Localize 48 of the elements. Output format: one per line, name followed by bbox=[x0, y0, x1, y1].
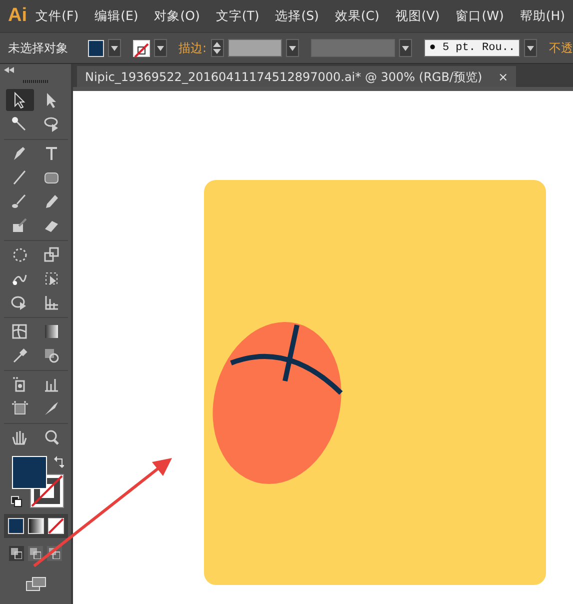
menu-item[interactable]: 对象(O) bbox=[146, 6, 208, 26]
menu-item[interactable]: 文字(T) bbox=[208, 6, 268, 26]
stepper[interactable] bbox=[210, 39, 224, 57]
dropdown-button[interactable] bbox=[524, 39, 538, 57]
menu-item[interactable]: 编辑(E) bbox=[86, 6, 146, 26]
menu-item[interactable]: 文件(F) bbox=[28, 6, 87, 26]
draw-mode-button[interactable] bbox=[28, 546, 43, 561]
artboard-icon bbox=[10, 398, 29, 418]
scale-icon bbox=[42, 244, 61, 264]
dropdown-button[interactable] bbox=[154, 39, 167, 57]
caret-icon bbox=[110, 46, 118, 50]
draw-mode-button[interactable] bbox=[9, 546, 24, 561]
menu-item[interactable]: 窗口(W) bbox=[448, 6, 512, 26]
menu-item[interactable]: 帮助(H) bbox=[512, 6, 573, 26]
menu-item[interactable]: 效果(C) bbox=[326, 6, 388, 26]
menu-item[interactable]: 选择(S) bbox=[267, 6, 327, 26]
opacity-label: 不透 bbox=[549, 40, 573, 57]
screen-mode-icon[interactable] bbox=[26, 577, 46, 591]
profile-field[interactable] bbox=[311, 39, 396, 57]
gradient-button[interactable] bbox=[28, 518, 44, 534]
caret-icon bbox=[527, 46, 534, 50]
app-logo: Ai bbox=[7, 4, 28, 28]
none-button[interactable] bbox=[48, 518, 64, 534]
dropdown-button[interactable] bbox=[286, 39, 300, 57]
color-button[interactable] bbox=[8, 518, 24, 534]
stroke-label: 描边: bbox=[178, 40, 207, 57]
default-colors-icon[interactable] bbox=[10, 496, 22, 507]
caret-icon bbox=[289, 46, 296, 50]
caret-icon bbox=[156, 46, 164, 50]
collapse-icon[interactable] bbox=[4, 67, 14, 73]
stroke-weight-field[interactable] bbox=[228, 39, 282, 57]
selection-status: 未选择对象 bbox=[8, 40, 68, 57]
dropdown-button[interactable] bbox=[399, 39, 412, 57]
swap-icon[interactable] bbox=[54, 456, 64, 468]
tool-button[interactable] bbox=[6, 89, 34, 111]
double-arrow-icon bbox=[4, 67, 14, 73]
brush-field[interactable]: ● 5 pt. Rou.. bbox=[424, 39, 520, 57]
menu-item[interactable]: 视图(V) bbox=[387, 6, 448, 26]
panel-grip bbox=[22, 80, 48, 83]
close-button[interactable]: × bbox=[498, 68, 508, 86]
blob-brush-icon bbox=[10, 216, 29, 234]
tab-title: Nipic_19369522_20160411174512897000.ai* @ 300% (RGB/预览) bbox=[85, 68, 482, 86]
caret-icon bbox=[402, 46, 410, 50]
stepper-arrows-icon bbox=[213, 41, 222, 55]
dropdown-button[interactable] bbox=[108, 39, 121, 57]
fill-swatch[interactable] bbox=[88, 40, 104, 56]
mesh-icon bbox=[10, 322, 29, 340]
document-tab[interactable]: Nipic_19369522_20160411174512897000.ai* @ 300% (RGB/预览) × bbox=[77, 66, 516, 87]
